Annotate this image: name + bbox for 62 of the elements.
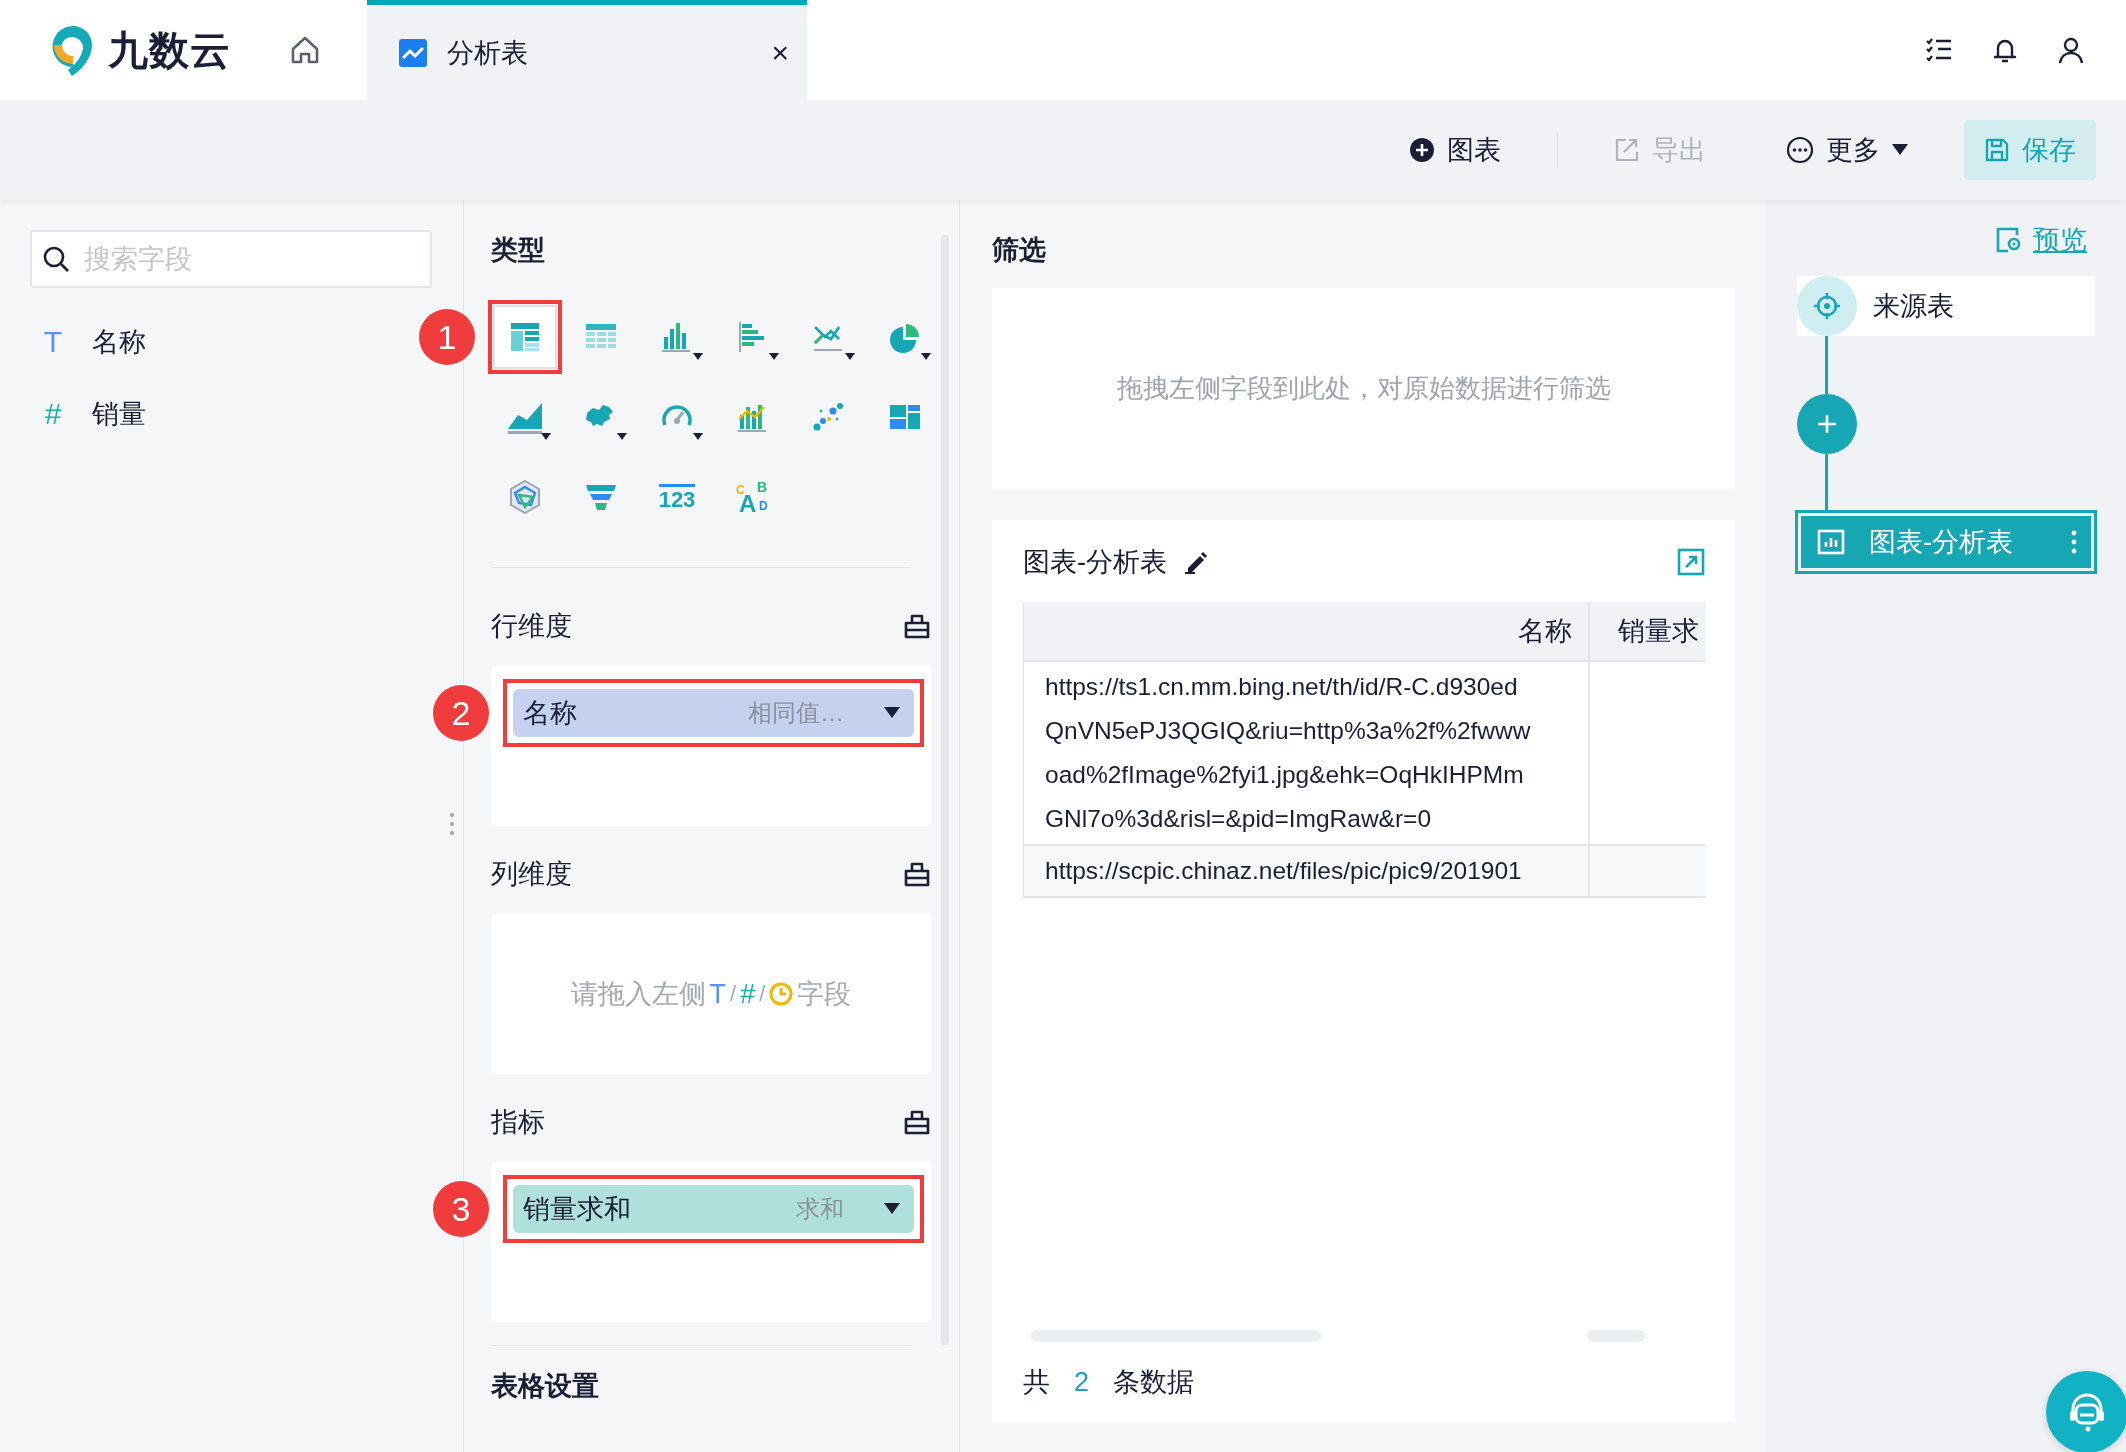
- section-title: 类型: [491, 234, 546, 267]
- pen-icon[interactable]: [1183, 549, 1209, 575]
- chart-title: 图表-分析表: [1023, 546, 1167, 579]
- more-button[interactable]: 更多: [1770, 120, 1924, 180]
- section-title: 行维度: [491, 610, 572, 643]
- plus-icon: [1816, 413, 1838, 435]
- section-title: 指标: [491, 1106, 545, 1139]
- section-title: 表格设置: [491, 1370, 600, 1403]
- caret-icon: [1892, 144, 1908, 156]
- dropdown-arrow-icon: [617, 433, 627, 441]
- hint-text: 字段: [797, 978, 852, 1011]
- preview-icon: [1995, 226, 2023, 254]
- hint-text: 拖拽左侧字段到此处，对原始数据进行筛选: [1116, 372, 1611, 405]
- more-vertical-icon[interactable]: [2071, 529, 2077, 555]
- section-title: 筛选: [992, 234, 1047, 267]
- field-type-glyph: T: [709, 978, 727, 1010]
- user-icon[interactable]: [2056, 35, 2086, 65]
- plus-circle-icon: [1409, 137, 1435, 163]
- tab[interactable]: 分析表 ×: [367, 0, 807, 100]
- drag-handle-icon[interactable]: [449, 812, 455, 836]
- field-type-glyph: #: [740, 978, 756, 1010]
- dropdown-arrow-icon: [693, 353, 703, 361]
- add-step-button[interactable]: [1797, 394, 1857, 454]
- column-header[interactable]: 销量求: [1590, 602, 1706, 660]
- field-pill[interactable]: 名称 相同值…: [513, 689, 914, 737]
- footer-text: 共: [1023, 1366, 1050, 1399]
- caret-icon: [884, 1203, 900, 1215]
- app-logo-text: 九数云: [108, 26, 231, 74]
- table-cell: https://scpic.chinaz.net/files/pic/pic9/201901: [1024, 846, 1590, 896]
- expand-icon[interactable]: [1677, 548, 1705, 576]
- add-button[interactable]: 图表: [1393, 120, 1517, 180]
- section-title: 列维度: [491, 858, 572, 891]
- home-icon: [289, 34, 321, 66]
- bar-chart-icon: [1817, 529, 1845, 555]
- dropdown-arrow-icon: [541, 433, 551, 441]
- dropdown-arrow-icon: [769, 353, 779, 361]
- export-icon: [1614, 137, 1640, 163]
- search-field[interactable]: 搜索字段: [30, 230, 432, 288]
- dropdown-arrow-icon: [845, 353, 855, 361]
- caret-icon: [884, 707, 900, 719]
- column-header[interactable]: 名称: [1024, 602, 1590, 660]
- search-icon: [42, 245, 70, 273]
- hint-text: 请拖入左侧: [570, 978, 706, 1011]
- dropdown-arrow-icon: [921, 353, 931, 361]
- field-name[interactable]: 销量: [92, 396, 146, 432]
- step-badge: 2: [433, 685, 489, 741]
- row-count: 2: [1074, 1366, 1090, 1398]
- more-icon: [1786, 136, 1814, 164]
- dropdown-arrow-icon: [693, 433, 703, 441]
- flow-node[interactable]: 来源表: [1797, 276, 2095, 336]
- line-chart-icon: [399, 38, 427, 67]
- close-button[interactable]: ×: [771, 35, 789, 70]
- footer-text: 条数据: [1113, 1366, 1195, 1399]
- clock-icon: [769, 982, 794, 1006]
- field-name[interactable]: 名称: [92, 324, 146, 360]
- field-type-glyph: #: [43, 397, 63, 431]
- crosshair-icon: [1812, 291, 1842, 321]
- field-type-glyph: T: [42, 325, 64, 359]
- separator: /: [759, 981, 766, 1007]
- separator: /: [730, 981, 737, 1007]
- step-badge: 3: [433, 1181, 489, 1237]
- field-pill[interactable]: 销量求和 求和: [513, 1185, 914, 1233]
